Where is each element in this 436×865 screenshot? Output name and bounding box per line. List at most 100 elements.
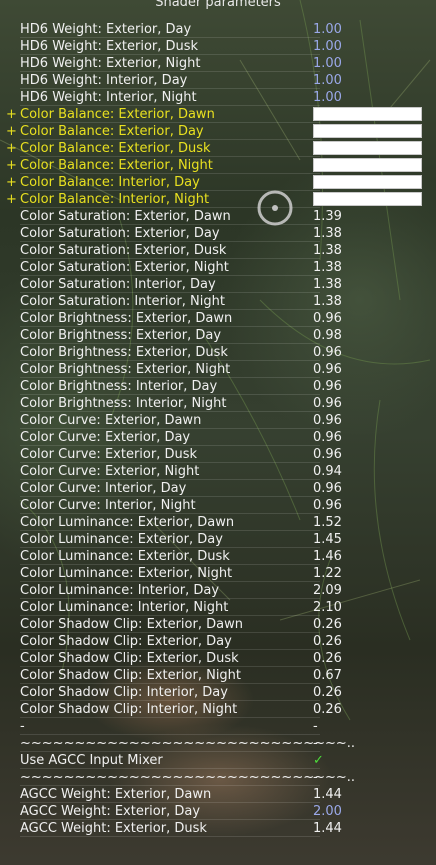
parameter-row[interactable]: Color Curve: Interior, Day 0.96 (0, 480, 436, 497)
parameter-row[interactable]: AGCC Weight: Exterior, Dusk 1.44 (0, 820, 436, 837)
parameter-row[interactable]: + Color Balance: Exterior, Dusk (0, 140, 436, 157)
parameter-value[interactable]: 1.00 (313, 72, 342, 89)
parameter-row[interactable]: HD6 Weight: Interior, Day 1.00 (0, 72, 436, 89)
parameter-row[interactable]: Color Brightness: Exterior, Dusk 0.96 (0, 344, 436, 361)
parameter-row[interactable]: Color Saturation: Exterior, Dawn 1.39 (0, 208, 436, 225)
color-swatch[interactable] (313, 192, 422, 206)
parameter-value[interactable]: 0.26 (313, 684, 342, 701)
expand-icon[interactable]: + (6, 140, 17, 157)
parameter-value[interactable]: 1.00 (313, 38, 342, 55)
parameter-value[interactable]: 0.96 (313, 378, 342, 395)
parameter-value[interactable]: 0.98 (313, 327, 342, 344)
parameter-value[interactable]: 0.96 (313, 344, 342, 361)
parameter-row[interactable]: HD6 Weight: Interior, Night 1.00 (0, 89, 436, 106)
parameter-row[interactable]: Color Luminance: Exterior, Night 1.22 (0, 565, 436, 582)
parameter-row[interactable]: Color Shadow Clip: Interior, Day 0.26 (0, 684, 436, 701)
parameter-row[interactable]: Color Brightness: Interior, Night 0.96 (0, 395, 436, 412)
parameter-value[interactable]: 1.39 (313, 208, 342, 225)
parameter-value[interactable]: 2.09 (313, 582, 342, 599)
parameter-value[interactable]: 1.00 (313, 21, 342, 38)
parameter-row[interactable]: Color Curve: Exterior, Dusk 0.96 (0, 446, 436, 463)
parameter-value[interactable]: 0.96 (313, 412, 342, 429)
parameter-value[interactable]: 0.96 (313, 497, 342, 514)
parameter-row[interactable]: + Color Balance: Exterior, Dawn (0, 106, 436, 123)
parameter-value[interactable]: 1.52 (313, 514, 342, 531)
parameter-row[interactable]: AGCC Weight: Exterior, Day 2.00 (0, 803, 436, 820)
parameter-value[interactable]: - (313, 735, 318, 752)
parameter-value[interactable]: 1.38 (313, 293, 342, 310)
parameter-value[interactable]: 2.00 (313, 803, 342, 820)
expand-icon[interactable]: + (6, 106, 17, 123)
parameter-row[interactable]: ~~~~~~~~~~~~~~~~~~~~~~~~~~~~~~.. - (0, 735, 436, 752)
color-swatch[interactable] (313, 158, 422, 172)
parameter-row[interactable]: Color Shadow Clip: Exterior, Dusk 0.26 (0, 650, 436, 667)
parameter-row[interactable]: Color Luminance: Exterior, Dawn 1.52 (0, 514, 436, 531)
parameter-row[interactable]: + Color Balance: Exterior, Day (0, 123, 436, 140)
parameter-row[interactable]: HD6 Weight: Exterior, Dusk 1.00 (0, 38, 436, 55)
parameter-row[interactable]: Color Brightness: Exterior, Dawn 0.96 (0, 310, 436, 327)
expand-icon[interactable]: + (6, 157, 17, 174)
parameter-value[interactable]: 1.46 (313, 548, 342, 565)
parameter-row[interactable]: -- (0, 718, 436, 735)
parameter-value[interactable]: 0.26 (313, 650, 342, 667)
parameter-value[interactable]: 1.38 (313, 259, 342, 276)
parameter-value[interactable]: 0.26 (313, 701, 342, 718)
parameter-row[interactable]: Color Shadow Clip: Exterior, Night 0.67 (0, 667, 436, 684)
parameter-row[interactable]: Color Curve: Interior, Night 0.96 (0, 497, 436, 514)
parameter-value[interactable]: 1.38 (313, 225, 342, 242)
parameter-value[interactable]: 0.96 (313, 429, 342, 446)
parameter-row[interactable]: HD6 Weight: Exterior, Day 1.00 (0, 21, 436, 38)
parameter-value[interactable]: 0.96 (313, 446, 342, 463)
parameter-row[interactable]: Color Luminance: Interior, Day 2.09 (0, 582, 436, 599)
parameter-value[interactable]: 0.26 (313, 633, 342, 650)
parameter-value[interactable]: 1.22 (313, 565, 342, 582)
parameter-value[interactable]: - (313, 718, 318, 735)
parameter-row[interactable]: Color Saturation: Interior, Night 1.38 (0, 293, 436, 310)
parameter-row[interactable]: Color Saturation: Exterior, Night 1.38 (0, 259, 436, 276)
parameter-value[interactable]: 0.96 (313, 395, 342, 412)
parameter-row[interactable]: Color Shadow Clip: Interior, Night 0.26 (0, 701, 436, 718)
parameter-value[interactable]: 2.10 (313, 599, 342, 616)
parameter-row[interactable]: Color Shadow Clip: Exterior, Day 0.26 (0, 633, 436, 650)
parameter-row[interactable]: Color Luminance: Exterior, Dusk 1.46 (0, 548, 436, 565)
parameter-value[interactable]: 0.26 (313, 616, 342, 633)
checkmark-icon[interactable]: ✓ (313, 752, 324, 769)
parameter-value[interactable]: 1.00 (313, 55, 342, 72)
parameter-row[interactable]: Color Saturation: Exterior, Day 1.38 (0, 225, 436, 242)
parameter-value[interactable]: 0.67 (313, 667, 342, 684)
parameter-row[interactable]: + Color Balance: Exterior, Night (0, 157, 436, 174)
parameter-value[interactable]: 0.94 (313, 463, 342, 480)
parameter-row[interactable]: Color Curve: Exterior, Night 0.94 (0, 463, 436, 480)
expand-icon[interactable]: + (6, 191, 17, 208)
parameter-row[interactable]: Color Brightness: Exterior, Night 0.96 (0, 361, 436, 378)
parameter-row[interactable]: HD6 Weight: Exterior, Night 1.00 (0, 55, 436, 72)
color-swatch[interactable] (313, 175, 422, 189)
parameter-value[interactable]: 1.38 (313, 276, 342, 293)
color-swatch[interactable] (313, 141, 422, 155)
parameter-value[interactable]: 1.38 (313, 242, 342, 259)
parameter-row[interactable]: Color Brightness: Interior, Day 0.96 (0, 378, 436, 395)
parameter-value[interactable]: 0.96 (313, 310, 342, 327)
parameter-row[interactable]: Color Shadow Clip: Exterior, Dawn 0.26 (0, 616, 436, 633)
parameter-row[interactable]: Color Curve: Exterior, Day 0.96 (0, 429, 436, 446)
expand-icon[interactable]: + (6, 123, 17, 140)
parameter-row[interactable]: Use AGCC Input Mixer ✓ (0, 752, 436, 769)
parameter-value[interactable]: 1.00 (313, 89, 342, 106)
parameter-value[interactable]: 0.96 (313, 480, 342, 497)
parameter-row[interactable]: Color Brightness: Exterior, Day 0.98 (0, 327, 436, 344)
parameter-value[interactable]: 0.96 (313, 361, 342, 378)
parameter-row[interactable]: + Color Balance: Interior, Night (0, 191, 436, 208)
parameter-row[interactable]: Color Saturation: Interior, Day 1.38 (0, 276, 436, 293)
parameter-row[interactable]: Color Luminance: Interior, Night 2.10 (0, 599, 436, 616)
parameter-row[interactable]: Color Luminance: Exterior, Day 1.45 (0, 531, 436, 548)
parameter-value[interactable]: - (313, 769, 318, 786)
parameter-row[interactable]: Color Curve: Exterior, Dawn 0.96 (0, 412, 436, 429)
parameter-row[interactable]: Color Saturation: Exterior, Dusk 1.38 (0, 242, 436, 259)
parameter-value[interactable]: 1.45 (313, 531, 342, 548)
parameter-row[interactable]: AGCC Weight: Exterior, Dawn 1.44 (0, 786, 436, 803)
color-swatch[interactable] (313, 107, 422, 121)
parameter-value[interactable]: 1.44 (313, 786, 342, 803)
parameter-row[interactable]: + Color Balance: Interior, Day (0, 174, 436, 191)
expand-icon[interactable]: + (6, 174, 17, 191)
color-swatch[interactable] (313, 124, 422, 138)
